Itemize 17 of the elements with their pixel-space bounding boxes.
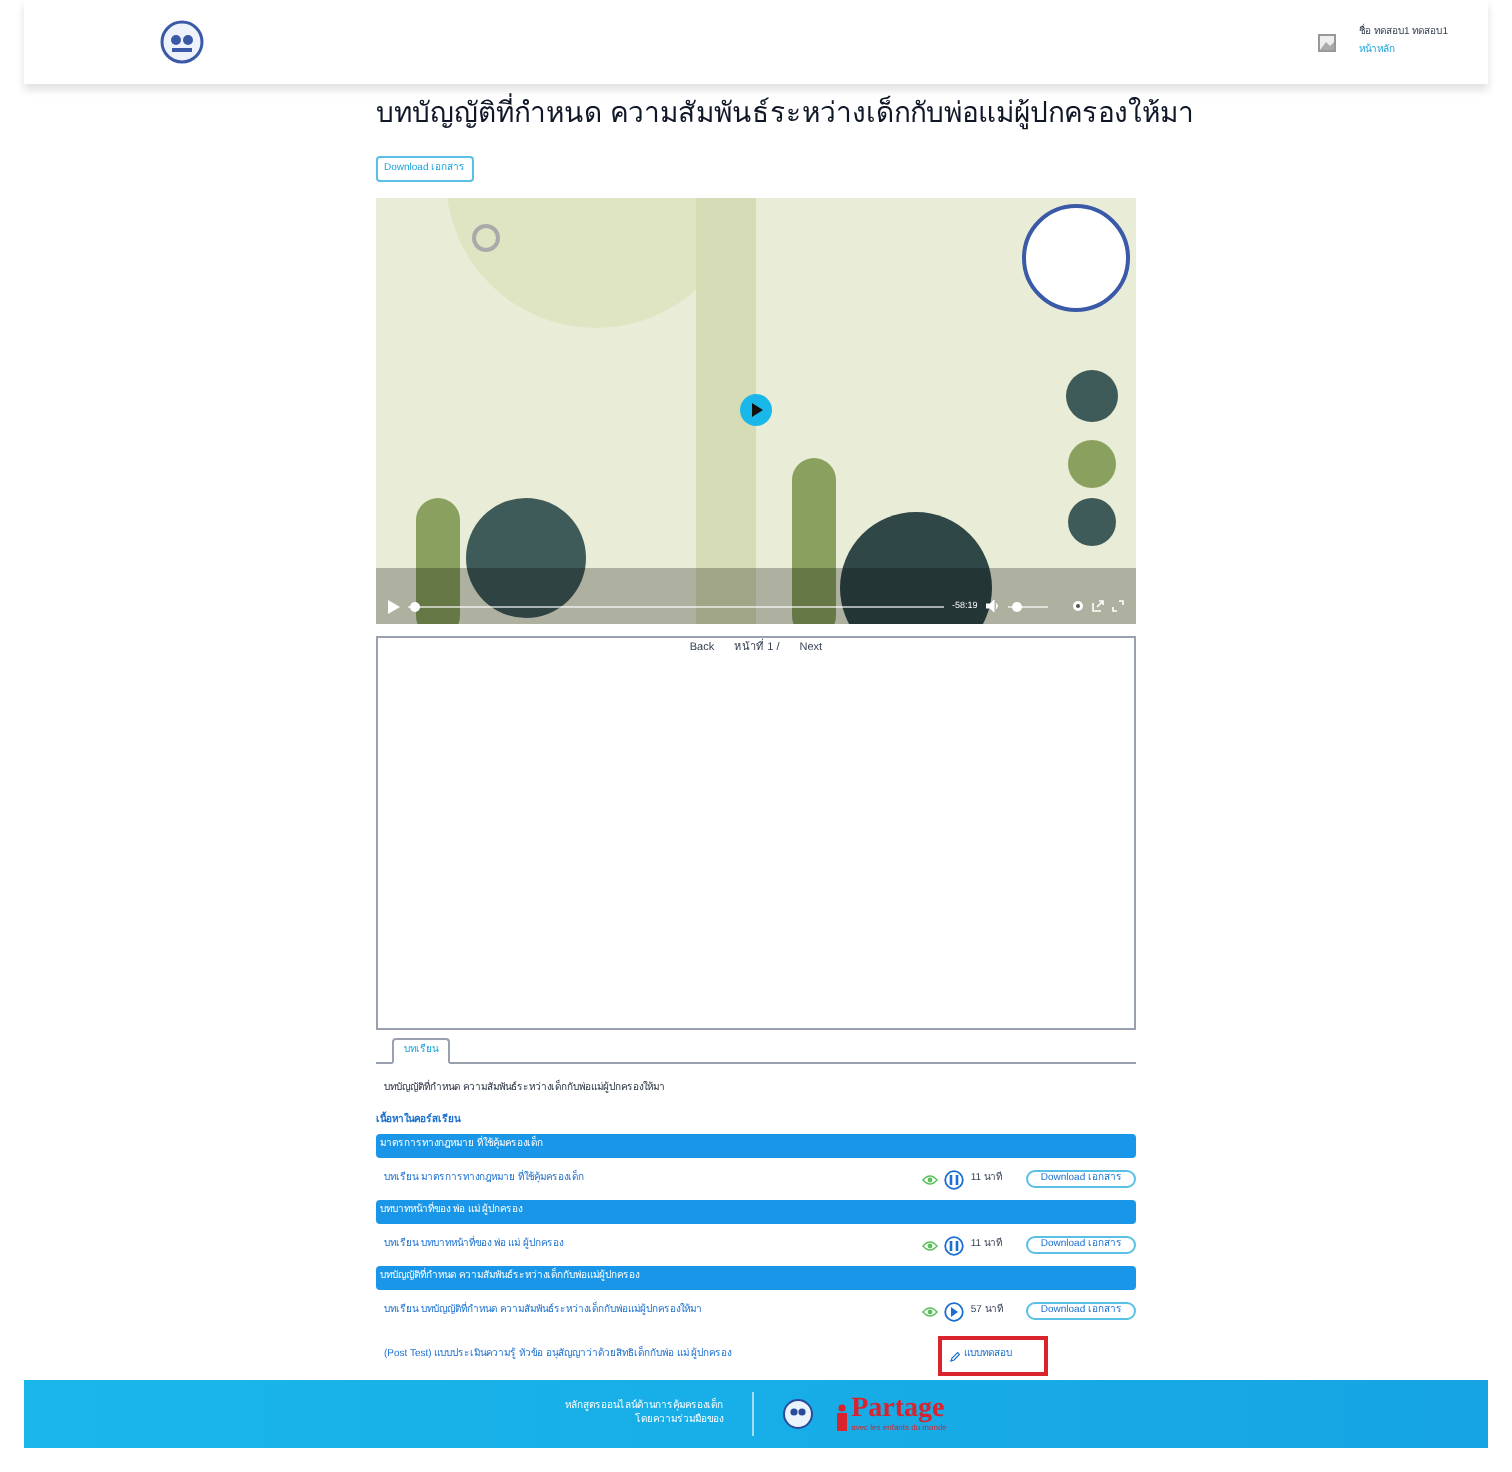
eye-icon [922, 1239, 939, 1251]
logo-icon[interactable] [160, 20, 204, 64]
eye-icon [922, 1173, 939, 1185]
volume-icon[interactable] [985, 600, 1000, 612]
pause-icon[interactable] [944, 1169, 965, 1189]
page-title: บทบัญญัติที่กำหนด ความสัมพันธ์ระหว่างเด็กกับพ่อแม่ผู้ปกครองให้มา [376, 91, 1194, 134]
brand-name: Partage [851, 1396, 947, 1424]
logo-icon [781, 1398, 814, 1430]
pencil-icon [950, 1351, 960, 1361]
progress-thumb[interactable] [410, 601, 420, 611]
pause-icon[interactable] [944, 1235, 965, 1255]
settings-icon[interactable] [1072, 600, 1084, 612]
volume-thumb[interactable] [1011, 601, 1022, 611]
figure-icon [833, 1404, 850, 1432]
image-icon [1317, 33, 1336, 51]
play-icon[interactable] [740, 394, 772, 426]
eye-icon [922, 1305, 939, 1317]
